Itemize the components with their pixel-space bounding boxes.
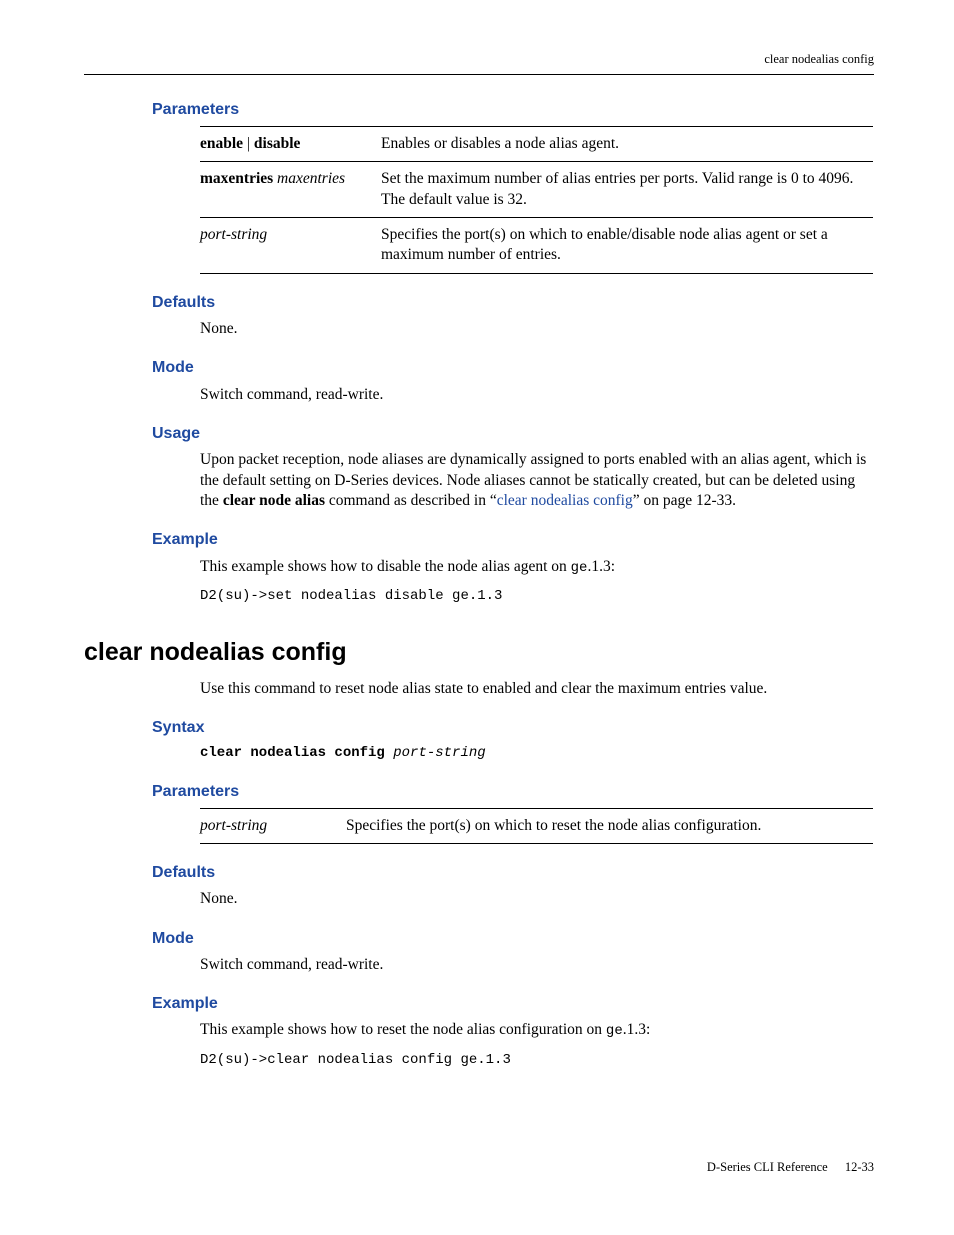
defaults-body-1: None. xyxy=(200,319,874,339)
usage-text-bold: clear node alias xyxy=(223,492,325,509)
param-desc-cell: Enables or disables a node alias agent. xyxy=(381,126,873,161)
param-desc-cell: Specifies the port(s) on which to reset … xyxy=(346,808,873,843)
example-intro-pre-1: This example shows how to disable the no… xyxy=(200,558,571,575)
heading-parameters-2: Parameters xyxy=(152,781,874,802)
page-footer: D-Series CLI Reference 12-33 xyxy=(707,1159,874,1176)
heading-mode-2: Mode xyxy=(152,928,874,949)
example-intro-post-2: .1.3: xyxy=(623,1021,651,1038)
usage-body-1: Upon packet reception, node aliases are … xyxy=(200,450,874,511)
param-name-cell: maxentries maxentries xyxy=(200,162,381,218)
heading-example-2: Example xyxy=(152,993,874,1014)
mode-body-1: Switch command, read-write. xyxy=(200,385,874,405)
param-name-part: port-string xyxy=(200,817,267,834)
heading-syntax-2: Syntax xyxy=(152,717,874,738)
example-intro-code-1: ge xyxy=(571,560,588,576)
table-row: port-string Specifies the port(s) on whic… xyxy=(200,808,873,843)
example-intro-2: This example shows how to reset the node… xyxy=(200,1020,874,1040)
example-intro-code-2: ge xyxy=(606,1023,623,1039)
parameters-table-1: enable | disableEnables or disables a no… xyxy=(200,126,873,274)
example-code-1: D2(su)->set nodealias disable ge.1.3 xyxy=(200,587,874,605)
command-heading: clear nodealias config xyxy=(84,636,874,669)
param-name-part: disable xyxy=(254,135,301,152)
example-intro-pre-2: This example shows how to reset the node… xyxy=(200,1021,606,1038)
mode-body-2: Switch command, read-write. xyxy=(200,955,874,975)
heading-usage-1: Usage xyxy=(152,423,874,444)
syntax-line: clear nodealias config port-string xyxy=(200,744,874,762)
example-body-1: This example shows how to disable the no… xyxy=(200,557,874,606)
footer-book: D-Series CLI Reference xyxy=(707,1160,828,1174)
defaults-text-2: None. xyxy=(200,889,874,909)
example-code-2: D2(su)->clear nodealias config ge.1.3 xyxy=(200,1051,874,1069)
heading-parameters-1: Parameters xyxy=(152,99,874,120)
page: clear nodealias config Parameters enable… xyxy=(0,0,954,1235)
example-body-2: This example shows how to reset the node… xyxy=(200,1020,874,1069)
mode-text-2: Switch command, read-write. xyxy=(200,955,874,975)
command-intro: Use this command to reset node alias sta… xyxy=(200,679,874,699)
param-name-part: port-string xyxy=(200,226,267,243)
heading-example-1: Example xyxy=(152,529,874,550)
defaults-text-1: None. xyxy=(200,319,874,339)
param-name-part: maxentries xyxy=(273,170,345,187)
usage-link[interactable]: clear nodealias config xyxy=(497,492,633,509)
param-name-part: maxentries xyxy=(200,170,273,187)
running-title: clear nodealias config xyxy=(764,52,874,66)
parameters-table-2: port-string Specifies the port(s) on whic… xyxy=(200,808,873,844)
running-header: clear nodealias config xyxy=(84,51,874,75)
param-name-part: | xyxy=(243,135,254,152)
syntax-italic: port-string xyxy=(385,745,486,761)
syntax-bold: clear nodealias config xyxy=(200,745,385,761)
param-desc-cell: Specifies the port(s) on which to enable… xyxy=(381,217,873,273)
usage-text-post: ” on page 12-33. xyxy=(633,492,736,509)
param-name-cell: port-string xyxy=(200,808,346,843)
param-name-cell: enable | disable xyxy=(200,126,381,161)
syntax-body-2: clear nodealias config port-string xyxy=(200,744,874,762)
table-row: port-string Specifies the port(s) on whic… xyxy=(200,217,873,273)
usage-paragraph: Upon packet reception, node aliases are … xyxy=(200,450,874,511)
param-name-part: enable xyxy=(200,135,243,152)
param-desc-cell: Set the maximum number of alias entries … xyxy=(381,162,873,218)
heading-defaults-1: Defaults xyxy=(152,292,874,313)
example-intro-1: This example shows how to disable the no… xyxy=(200,557,874,577)
table-row: enable | disableEnables or disables a no… xyxy=(200,126,873,161)
footer-page: 12-33 xyxy=(845,1160,874,1174)
usage-text-mid: command as described in “ xyxy=(325,492,497,509)
table-row: maxentries maxentriesSet the maximum num… xyxy=(200,162,873,218)
param-name-cell: port-string xyxy=(200,217,381,273)
heading-mode-1: Mode xyxy=(152,357,874,378)
mode-text-1: Switch command, read-write. xyxy=(200,385,874,405)
example-intro-post-1: .1.3: xyxy=(587,558,615,575)
heading-defaults-2: Defaults xyxy=(152,862,874,883)
command-intro-block: Use this command to reset node alias sta… xyxy=(200,679,874,699)
defaults-body-2: None. xyxy=(200,889,874,909)
